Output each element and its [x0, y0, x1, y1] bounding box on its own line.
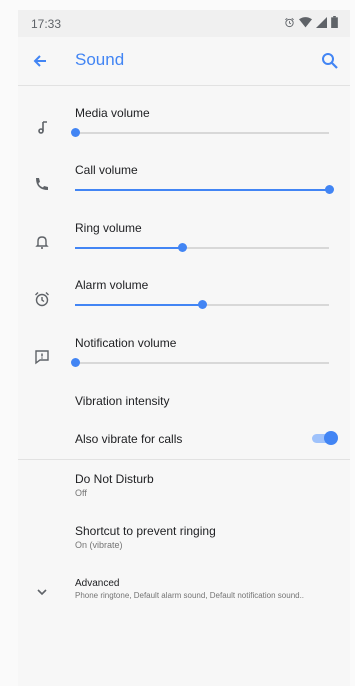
slider-fill — [75, 304, 202, 306]
prevent-ringing-subtitle: On (vibrate) — [75, 540, 123, 550]
slider-thumb[interactable] — [198, 300, 207, 309]
alarm-clock-icon — [32, 289, 52, 309]
slider-thumb[interactable] — [325, 185, 334, 194]
media-volume-slider[interactable] — [71, 126, 329, 140]
notification-icon — [32, 347, 52, 367]
setting-advanced[interactable]: Advanced Phone ringtone, Default alarm s… — [18, 574, 350, 610]
slider-track — [75, 362, 329, 364]
setting-media-volume: Media volume — [18, 106, 350, 151]
also-vibrate-toggle[interactable] — [310, 430, 340, 446]
setting-prevent-ringing[interactable]: Shortcut to prevent ringing On (vibrate) — [18, 520, 350, 558]
also-vibrate-label: Also vibrate for calls — [75, 432, 183, 446]
slider-thumb[interactable] — [71, 128, 80, 137]
bell-icon — [32, 232, 52, 252]
ring-volume-slider[interactable] — [75, 241, 329, 255]
back-button[interactable] — [26, 47, 54, 75]
section-divider — [18, 459, 350, 460]
phone-screen: 17:33 Sound Media volume Call volume Rin… — [18, 10, 350, 686]
do-not-disturb-title: Do Not Disturb — [75, 472, 154, 486]
status-time: 17:33 — [31, 17, 62, 31]
setting-also-vibrate[interactable]: Also vibrate for calls — [18, 424, 350, 452]
toggle-knob — [324, 431, 338, 445]
slider-fill — [75, 189, 329, 191]
call-volume-slider[interactable] — [75, 183, 334, 197]
notification-volume-label: Notification volume — [75, 336, 177, 350]
setting-notification-volume: Notification volume — [18, 336, 350, 381]
slider-fill — [75, 247, 182, 249]
slider-thumb[interactable] — [177, 243, 187, 252]
search-button[interactable] — [316, 47, 344, 75]
slider-track — [75, 132, 329, 134]
call-volume-label: Call volume — [75, 163, 138, 177]
setting-alarm-volume: Alarm volume — [18, 278, 350, 323]
vibration-intensity-label: Vibration intensity — [75, 394, 170, 408]
alarm-volume-label: Alarm volume — [75, 278, 149, 292]
phone-icon — [32, 174, 52, 194]
alarm-volume-slider[interactable] — [75, 298, 329, 312]
page-title: Sound — [75, 50, 125, 69]
setting-vibration-intensity[interactable]: Vibration intensity — [18, 386, 350, 414]
alarm-icon — [285, 17, 294, 27]
advanced-subtitle: Phone ringtone, Default alarm sound, Def… — [75, 591, 305, 600]
setting-do-not-disturb[interactable]: Do Not Disturb Off — [18, 468, 350, 506]
notification-volume-slider[interactable] — [71, 356, 329, 370]
setting-ring-volume: Ring volume — [18, 221, 350, 266]
search-icon — [322, 53, 338, 69]
status-bar: 17:33 — [18, 10, 350, 37]
ring-volume-label: Ring volume — [75, 221, 142, 235]
media-volume-label: Media volume — [75, 106, 150, 120]
advanced-title: Advanced — [75, 578, 120, 589]
battery-icon — [331, 16, 338, 28]
chevron-down-icon — [32, 582, 52, 602]
status-icons — [284, 16, 338, 28]
app-bar: Sound — [18, 37, 350, 86]
signal-icon — [316, 16, 327, 28]
setting-call-volume: Call volume — [18, 163, 350, 208]
prevent-ringing-title: Shortcut to prevent ringing — [75, 524, 216, 538]
wifi-icon — [299, 16, 312, 27]
arrow-back-icon — [33, 55, 46, 67]
slider-thumb[interactable] — [71, 358, 80, 367]
do-not-disturb-subtitle: Off — [75, 488, 87, 498]
music-note-icon — [32, 117, 52, 137]
